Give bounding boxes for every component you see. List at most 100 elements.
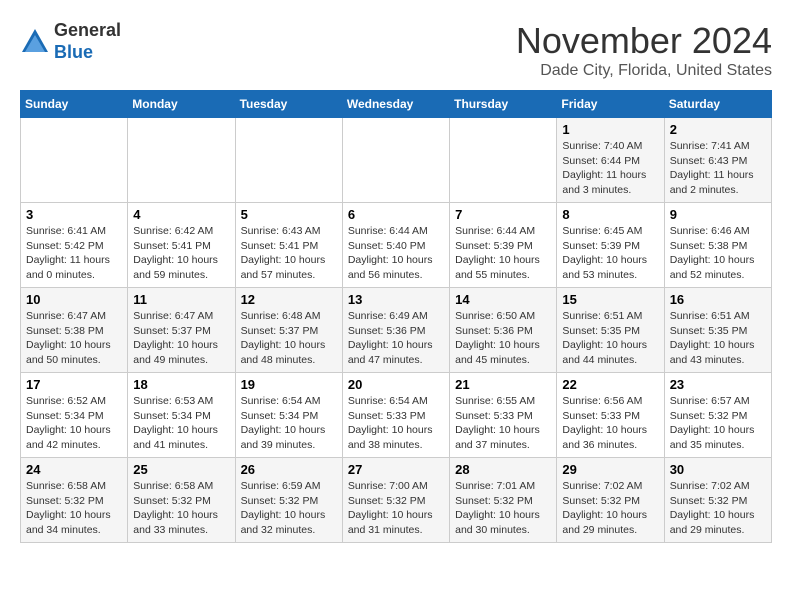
- day-cell: 13 Sunrise: 6:49 AM Sunset: 5:36 PM Dayli…: [342, 288, 449, 373]
- header-monday: Monday: [128, 91, 235, 118]
- day-info: Sunrise: 6:46 AM Sunset: 5:38 PM Dayligh…: [670, 224, 766, 283]
- calendar-table: SundayMondayTuesdayWednesdayThursdayFrid…: [20, 90, 772, 543]
- header-sunday: Sunday: [21, 91, 128, 118]
- day-cell: 16 Sunrise: 6:51 AM Sunset: 5:35 PM Dayli…: [664, 288, 771, 373]
- day-info: Sunrise: 6:43 AM Sunset: 5:41 PM Dayligh…: [241, 224, 337, 283]
- calendar-subtitle: Dade City, Florida, United States: [516, 62, 772, 80]
- day-info: Sunrise: 6:44 AM Sunset: 5:39 PM Dayligh…: [455, 224, 551, 283]
- day-cell: 1 Sunrise: 7:40 AM Sunset: 6:44 PM Daylig…: [557, 118, 664, 203]
- day-cell: 21 Sunrise: 6:55 AM Sunset: 5:33 PM Dayli…: [450, 373, 557, 458]
- logo: General Blue: [20, 20, 121, 63]
- day-number: 3: [26, 207, 122, 222]
- day-number: 30: [670, 462, 766, 477]
- calendar-body: 1 Sunrise: 7:40 AM Sunset: 6:44 PM Daylig…: [21, 118, 772, 543]
- day-number: 7: [455, 207, 551, 222]
- header-wednesday: Wednesday: [342, 91, 449, 118]
- day-number: 25: [133, 462, 229, 477]
- day-info: Sunrise: 6:54 AM Sunset: 5:34 PM Dayligh…: [241, 394, 337, 453]
- week-row-1: 1 Sunrise: 7:40 AM Sunset: 6:44 PM Daylig…: [21, 118, 772, 203]
- day-info: Sunrise: 6:47 AM Sunset: 5:38 PM Dayligh…: [26, 309, 122, 368]
- title-section: November 2024 Dade City, Florida, United…: [516, 20, 772, 80]
- day-info: Sunrise: 6:54 AM Sunset: 5:33 PM Dayligh…: [348, 394, 444, 453]
- day-number: 21: [455, 377, 551, 392]
- day-cell: 12Sunrise: 6:48 AM Sunset: 5:37 PM Dayli…: [235, 288, 342, 373]
- day-info: Sunrise: 6:47 AM Sunset: 5:37 PM Dayligh…: [133, 309, 229, 368]
- day-cell: 30Sunrise: 7:02 AM Sunset: 5:32 PM Dayli…: [664, 458, 771, 543]
- logo-text: General Blue: [54, 20, 121, 63]
- day-info: Sunrise: 6:41 AM Sunset: 5:42 PM Dayligh…: [26, 224, 122, 283]
- day-cell: 23Sunrise: 6:57 AM Sunset: 5:32 PM Dayli…: [664, 373, 771, 458]
- day-number: 9: [670, 207, 766, 222]
- day-number: 8: [562, 207, 658, 222]
- day-info: Sunrise: 6:58 AM Sunset: 5:32 PM Dayligh…: [26, 479, 122, 538]
- header-friday: Friday: [557, 91, 664, 118]
- day-number: 11: [133, 292, 229, 307]
- day-number: 19: [241, 377, 337, 392]
- day-number: 15: [562, 292, 658, 307]
- day-number: 1: [562, 122, 658, 137]
- day-info: Sunrise: 6:50 AM Sunset: 5:36 PM Dayligh…: [455, 309, 551, 368]
- day-number: 16: [670, 292, 766, 307]
- day-cell: [450, 118, 557, 203]
- day-cell: [21, 118, 128, 203]
- day-cell: 14 Sunrise: 6:50 AM Sunset: 5:36 PM Dayli…: [450, 288, 557, 373]
- day-number: 24: [26, 462, 122, 477]
- day-number: 10: [26, 292, 122, 307]
- day-number: 23: [670, 377, 766, 392]
- day-info: Sunrise: 6:59 AM Sunset: 5:32 PM Dayligh…: [241, 479, 337, 538]
- day-cell: 20Sunrise: 6:54 AM Sunset: 5:33 PM Dayli…: [342, 373, 449, 458]
- week-row-4: 17 Sunrise: 6:52 AM Sunset: 5:34 PM Dayli…: [21, 373, 772, 458]
- day-info: Sunrise: 7:01 AM Sunset: 5:32 PM Dayligh…: [455, 479, 551, 538]
- day-info: Sunrise: 6:49 AM Sunset: 5:36 PM Dayligh…: [348, 309, 444, 368]
- day-info: Sunrise: 6:55 AM Sunset: 5:33 PM Dayligh…: [455, 394, 551, 453]
- day-info: Sunrise: 7:02 AM Sunset: 5:32 PM Dayligh…: [562, 479, 658, 538]
- day-number: 14: [455, 292, 551, 307]
- day-cell: [128, 118, 235, 203]
- day-info: Sunrise: 6:48 AM Sunset: 5:37 PM Dayligh…: [241, 309, 337, 368]
- header: General Blue November 2024 Dade City, Fl…: [20, 20, 772, 80]
- day-number: 6: [348, 207, 444, 222]
- day-cell: 8 Sunrise: 6:45 AM Sunset: 5:39 PM Daylig…: [557, 203, 664, 288]
- day-cell: 6Sunrise: 6:44 AM Sunset: 5:40 PM Daylig…: [342, 203, 449, 288]
- day-number: 28: [455, 462, 551, 477]
- day-info: Sunrise: 7:40 AM Sunset: 6:44 PM Dayligh…: [562, 139, 658, 198]
- week-row-5: 24 Sunrise: 6:58 AM Sunset: 5:32 PM Dayli…: [21, 458, 772, 543]
- day-cell: 11 Sunrise: 6:47 AM Sunset: 5:37 PM Dayli…: [128, 288, 235, 373]
- day-cell: 10 Sunrise: 6:47 AM Sunset: 5:38 PM Dayli…: [21, 288, 128, 373]
- day-number: 18: [133, 377, 229, 392]
- day-cell: 28 Sunrise: 7:01 AM Sunset: 5:32 PM Dayli…: [450, 458, 557, 543]
- day-cell: 4Sunrise: 6:42 AM Sunset: 5:41 PM Daylig…: [128, 203, 235, 288]
- day-number: 17: [26, 377, 122, 392]
- day-cell: 25 Sunrise: 6:58 AM Sunset: 5:32 PM Dayli…: [128, 458, 235, 543]
- day-info: Sunrise: 7:00 AM Sunset: 5:32 PM Dayligh…: [348, 479, 444, 538]
- calendar-header: SundayMondayTuesdayWednesdayThursdayFrid…: [21, 91, 772, 118]
- day-cell: 17 Sunrise: 6:52 AM Sunset: 5:34 PM Dayli…: [21, 373, 128, 458]
- day-cell: [342, 118, 449, 203]
- day-number: 2: [670, 122, 766, 137]
- day-cell: 26Sunrise: 6:59 AM Sunset: 5:32 PM Dayli…: [235, 458, 342, 543]
- day-info: Sunrise: 6:45 AM Sunset: 5:39 PM Dayligh…: [562, 224, 658, 283]
- header-tuesday: Tuesday: [235, 91, 342, 118]
- day-cell: 29Sunrise: 7:02 AM Sunset: 5:32 PM Dayli…: [557, 458, 664, 543]
- day-info: Sunrise: 6:51 AM Sunset: 5:35 PM Dayligh…: [562, 309, 658, 368]
- day-info: Sunrise: 6:52 AM Sunset: 5:34 PM Dayligh…: [26, 394, 122, 453]
- header-thursday: Thursday: [450, 91, 557, 118]
- day-cell: 18 Sunrise: 6:53 AM Sunset: 5:34 PM Dayli…: [128, 373, 235, 458]
- week-row-2: 3 Sunrise: 6:41 AM Sunset: 5:42 PM Daylig…: [21, 203, 772, 288]
- day-info: Sunrise: 6:42 AM Sunset: 5:41 PM Dayligh…: [133, 224, 229, 283]
- day-number: 13: [348, 292, 444, 307]
- calendar-title: November 2024: [516, 20, 772, 62]
- logo-blue: Blue: [54, 42, 121, 64]
- day-info: Sunrise: 7:41 AM Sunset: 6:43 PM Dayligh…: [670, 139, 766, 198]
- day-cell: 9 Sunrise: 6:46 AM Sunset: 5:38 PM Daylig…: [664, 203, 771, 288]
- day-info: Sunrise: 6:58 AM Sunset: 5:32 PM Dayligh…: [133, 479, 229, 538]
- day-cell: 2 Sunrise: 7:41 AM Sunset: 6:43 PM Daylig…: [664, 118, 771, 203]
- day-info: Sunrise: 6:51 AM Sunset: 5:35 PM Dayligh…: [670, 309, 766, 368]
- day-cell: 7 Sunrise: 6:44 AM Sunset: 5:39 PM Daylig…: [450, 203, 557, 288]
- header-saturday: Saturday: [664, 91, 771, 118]
- day-cell: 19 Sunrise: 6:54 AM Sunset: 5:34 PM Dayli…: [235, 373, 342, 458]
- header-row: SundayMondayTuesdayWednesdayThursdayFrid…: [21, 91, 772, 118]
- day-info: Sunrise: 6:53 AM Sunset: 5:34 PM Dayligh…: [133, 394, 229, 453]
- day-cell: [235, 118, 342, 203]
- day-cell: 24 Sunrise: 6:58 AM Sunset: 5:32 PM Dayli…: [21, 458, 128, 543]
